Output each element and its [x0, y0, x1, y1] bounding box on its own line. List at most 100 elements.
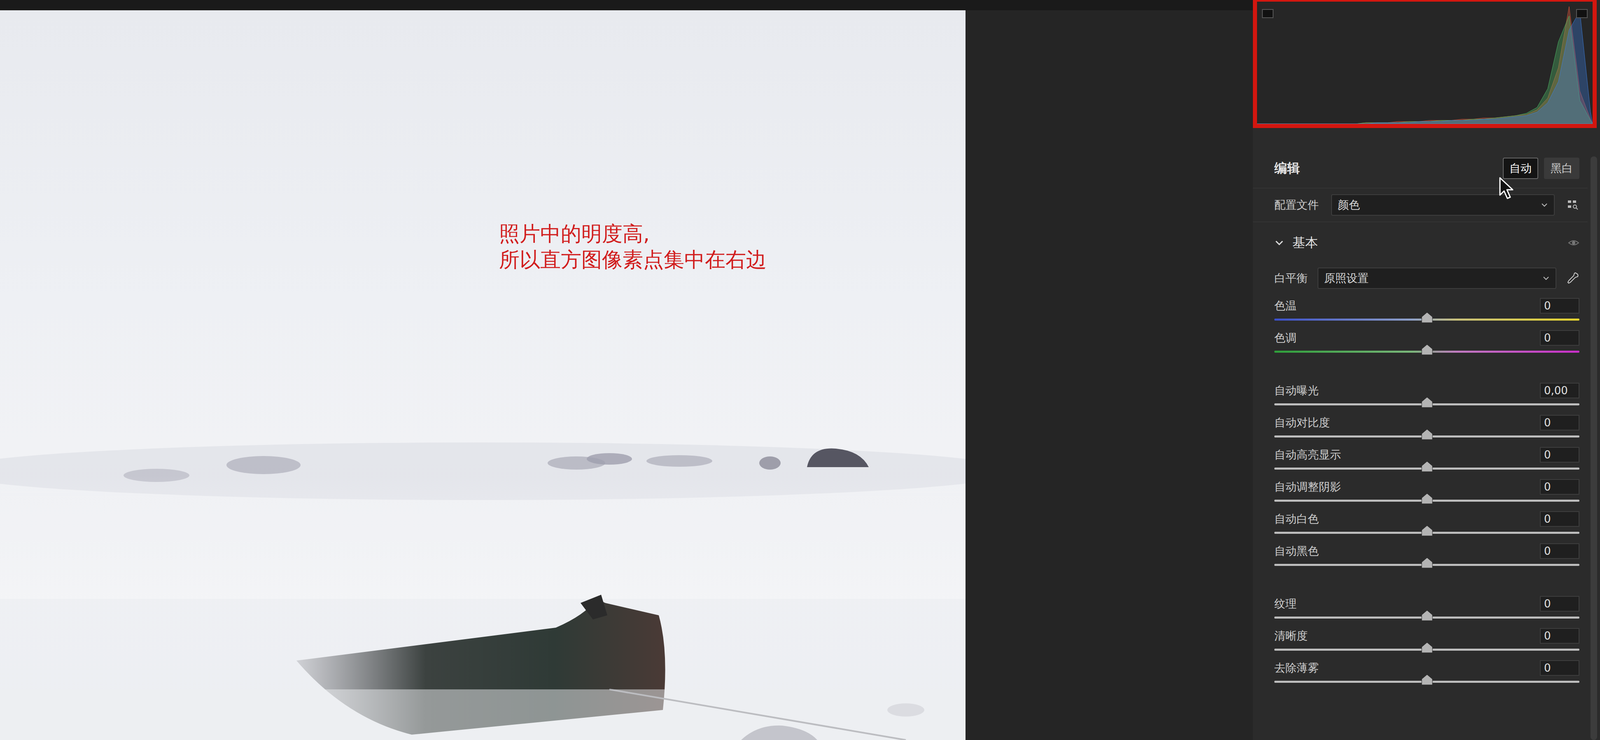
slider-head: 自动调整阴影0	[1274, 479, 1580, 495]
slider-value: 0	[1544, 480, 1552, 494]
mode-button[interactable]: 自动	[1502, 157, 1539, 180]
mode-button[interactable]: 黑白	[1544, 157, 1580, 180]
slider-label: 自动对比度	[1274, 415, 1330, 431]
slider-track[interactable]	[1274, 403, 1580, 406]
slider-value-field[interactable]: 0	[1539, 511, 1580, 528]
white-balance-label: 白平衡	[1274, 270, 1308, 286]
slider-row: 色调 0	[1252, 325, 1588, 358]
slider-label: 纹理	[1274, 596, 1297, 612]
slider-track[interactable]	[1274, 350, 1580, 353]
slider-value-field[interactable]: 0	[1539, 628, 1580, 644]
white-balance-row: 白平衡原照设置	[1252, 263, 1588, 294]
slider-head: 纹理 0	[1274, 596, 1580, 612]
slider-thumb-icon	[1421, 642, 1433, 654]
adjust-panel: 编辑自动黑白配置文件颜色基本白平衡原照设置色温0色调0自动曝光0,00自动对比度…	[1252, 0, 1600, 740]
slider-label: 去除薄雾	[1274, 660, 1319, 676]
slider-label: 自动曝光	[1274, 383, 1319, 399]
slider-thumb-icon	[1421, 525, 1433, 537]
slider-value-field[interactable]: 0	[1539, 596, 1580, 612]
highlight-clip-toggle[interactable]	[1576, 9, 1588, 19]
slider-track[interactable]	[1274, 467, 1580, 470]
slider-value-field[interactable]: 0	[1539, 330, 1580, 346]
slider-track[interactable]	[1274, 531, 1580, 535]
edit-title: 编辑	[1274, 159, 1498, 178]
slider-track[interactable]	[1274, 564, 1580, 567]
scrollbar-thumb[interactable]	[1590, 156, 1598, 740]
slider-track[interactable]	[1274, 681, 1580, 684]
slider-thumb-icon	[1421, 493, 1433, 505]
slider-thumb-icon	[1421, 312, 1433, 324]
slider-head: 色调 0	[1274, 330, 1580, 346]
slider-row: 自动白色 0	[1252, 506, 1588, 539]
slider-thumb-icon	[1421, 557, 1433, 569]
slider-thumb-icon	[1421, 674, 1433, 686]
eye-icon[interactable]	[1567, 237, 1580, 248]
slider-label: 自动高亮显示	[1274, 447, 1342, 463]
slider-head: 去除薄雾 0	[1274, 660, 1580, 677]
slider-thumb-icon	[1421, 396, 1433, 409]
slider-track[interactable]	[1274, 435, 1580, 438]
basic-title: 基本	[1292, 234, 1560, 252]
slider-thumb-icon	[1421, 429, 1433, 441]
slider-thumb-icon	[1421, 344, 1433, 356]
slider-value: 0	[1544, 662, 1552, 675]
slider-label: 色调	[1274, 330, 1297, 346]
cursor-icon	[1498, 177, 1516, 201]
histogram-chart	[1257, 1, 1593, 124]
white-balance-dropdown-value: 原照设置	[1324, 270, 1369, 286]
slider-head: 自动对比度 0	[1274, 415, 1580, 431]
slider-head: 自动曝光 0,00	[1274, 382, 1580, 399]
slider-value: 0	[1544, 299, 1552, 313]
slider-thumb-icon	[1421, 461, 1433, 473]
slider-value-field[interactable]: 0	[1539, 543, 1580, 560]
slider-value-field[interactable]: 0	[1539, 298, 1580, 314]
slider-value-field[interactable]: 0,00	[1539, 382, 1580, 399]
slider-track[interactable]	[1274, 499, 1580, 502]
slider-value-field[interactable]: 0	[1539, 479, 1580, 495]
annotation-line: 所以直方图像素点集中在右边	[499, 247, 767, 273]
slider-head: 自动黑色0	[1274, 543, 1580, 560]
slider-value: 0	[1544, 416, 1552, 430]
panel-content: 编辑自动黑白配置文件颜色基本白平衡原照设置色温0色调0自动曝光0,00自动对比度…	[1252, 0, 1588, 740]
top-bar	[0, 0, 1253, 11]
profile-dropdown-value: 颜色	[1337, 197, 1360, 213]
slider-value-field[interactable]: 0	[1539, 447, 1580, 463]
canvas-background	[965, 10, 1253, 740]
chevron-down-icon	[1542, 274, 1550, 283]
slider-row: 去除薄雾 0	[1252, 655, 1588, 688]
slider-row: 自动调整阴影0	[1252, 474, 1588, 507]
eyedropper-icon[interactable]	[1566, 271, 1580, 285]
slider-head: 色温0	[1274, 298, 1580, 314]
slider-track[interactable]	[1274, 648, 1580, 651]
edit-header: 编辑自动黑白	[1252, 148, 1588, 189]
slider-value: 0	[1544, 448, 1552, 462]
basic-section-header[interactable]: 基本	[1252, 222, 1588, 264]
slider-head: 清晰度 0	[1274, 628, 1580, 644]
profile-dropdown[interactable]: 颜色	[1331, 194, 1555, 216]
group-separator	[1252, 570, 1588, 592]
slider-value: 0	[1544, 545, 1552, 558]
slider-value-field[interactable]: 0	[1539, 415, 1580, 431]
slider-row: 纹理 0	[1252, 591, 1588, 624]
profile-browser-icon[interactable]	[1567, 198, 1580, 212]
slider-value: 0	[1544, 513, 1552, 526]
photo-scene	[0, 10, 966, 740]
histogram-series	[1257, 11, 1593, 124]
slider-track[interactable]	[1274, 616, 1580, 619]
photo-preview: 照片中的明度高,所以直方图像素点集中在右边	[0, 10, 966, 740]
chevron-down-icon	[1540, 201, 1549, 209]
slider-label: 自动白色	[1274, 511, 1319, 527]
slider-value: 0	[1544, 597, 1552, 611]
slider-row: 色温0	[1252, 293, 1588, 326]
slider-row: 清晰度 0	[1252, 623, 1588, 656]
spacer	[1252, 128, 1588, 149]
white-balance-dropdown[interactable]: 原照设置	[1317, 267, 1557, 290]
slider-value: 0,00	[1544, 384, 1568, 397]
slider-label: 清晰度	[1274, 628, 1308, 644]
slider-track[interactable]	[1274, 318, 1580, 321]
slider-head: 自动白色 0	[1274, 511, 1580, 528]
shadow-clip-toggle[interactable]	[1261, 9, 1274, 19]
slider-value-field[interactable]: 0	[1539, 660, 1580, 677]
image-area: 照片中的明度高,所以直方图像素点集中在右边	[0, 0, 1253, 740]
expand-chevron-icon	[1274, 237, 1285, 248]
